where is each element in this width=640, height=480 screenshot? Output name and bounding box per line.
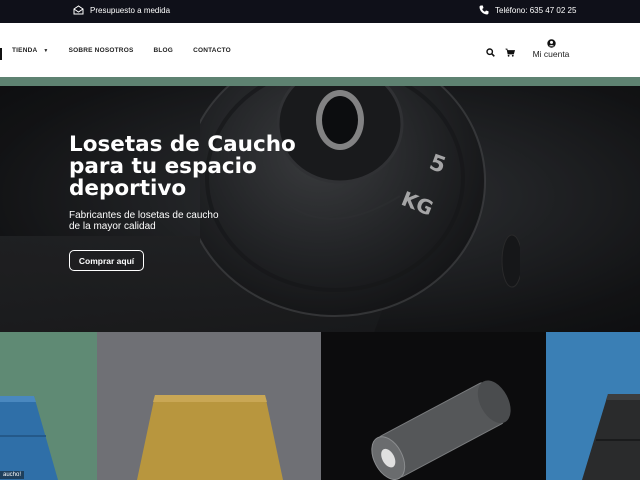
product-tile-rubber-roll[interactable]	[321, 332, 546, 480]
buy-here-button[interactable]: Comprar aquí	[69, 250, 144, 271]
caret-down-icon: ▼	[43, 47, 49, 54]
product-tile-sand-mat[interactable]	[97, 332, 321, 480]
quote-link[interactable]: Presupuesto a medida	[73, 5, 170, 15]
cart-icon[interactable]	[505, 44, 516, 62]
hero-overlay	[0, 86, 640, 332]
sand-tile-image	[137, 395, 283, 480]
tile-caption: aucho!	[0, 471, 25, 479]
user-icon	[531, 39, 571, 48]
hero-subtitle: Fabricantes de losetas de caucho de la m…	[69, 210, 219, 232]
hero-banner: 5 KG Losetas de Caucho para tu espacio d…	[0, 86, 640, 332]
nav-item-blog[interactable]: BLOG	[153, 47, 173, 54]
nav-item-sobre-nosotros[interactable]: SOBRE NOSOTROS	[69, 47, 134, 54]
top-bar: Presupuesto a medida Teléfono: 635 47 02…	[0, 0, 640, 23]
black-tile-image	[582, 394, 640, 480]
product-tiles: aucho!	[0, 332, 640, 480]
nav-icons	[486, 44, 516, 62]
nav-item-label: SOBRE NOSOTROS	[68, 47, 134, 54]
search-icon[interactable]	[486, 44, 495, 62]
quote-text: Presupuesto a medida	[90, 5, 171, 15]
product-tile-blue-mats[interactable]: aucho!	[0, 332, 97, 480]
nav-item-label: BLOG	[153, 47, 174, 54]
nav-item-contacto[interactable]: CONTACTO	[193, 47, 231, 54]
nav-item-tienda[interactable]: TIENDA ▼	[12, 47, 49, 54]
hero-title: Losetas de Caucho para tu espacio deport…	[69, 132, 296, 201]
product-tile-black-mats[interactable]	[546, 332, 640, 480]
main-navigation: TIENDA ▼ SOBRE NOSOTROS BLOG CONTACTO Mi…	[0, 23, 640, 77]
phone-icon	[479, 5, 489, 15]
account-link[interactable]: Mi cuenta	[531, 39, 571, 59]
phone-link[interactable]: Teléfono: 635 47 02 25	[479, 5, 576, 15]
envelope-open-icon	[73, 5, 84, 15]
rubber-roll-image	[371, 380, 511, 480]
nav-item-label: TIENDA	[12, 47, 38, 54]
blue-tile-image	[0, 396, 58, 480]
nav-item-label: CONTACTO	[193, 47, 231, 54]
account-label: Mi cuenta	[532, 49, 570, 59]
nav-menu: TIENDA ▼ SOBRE NOSOTROS BLOG CONTACTO	[12, 47, 251, 54]
green-divider-band	[0, 77, 640, 86]
phone-text: Teléfono: 635 47 02 25	[495, 5, 577, 15]
nav-accent-bar	[0, 48, 2, 60]
